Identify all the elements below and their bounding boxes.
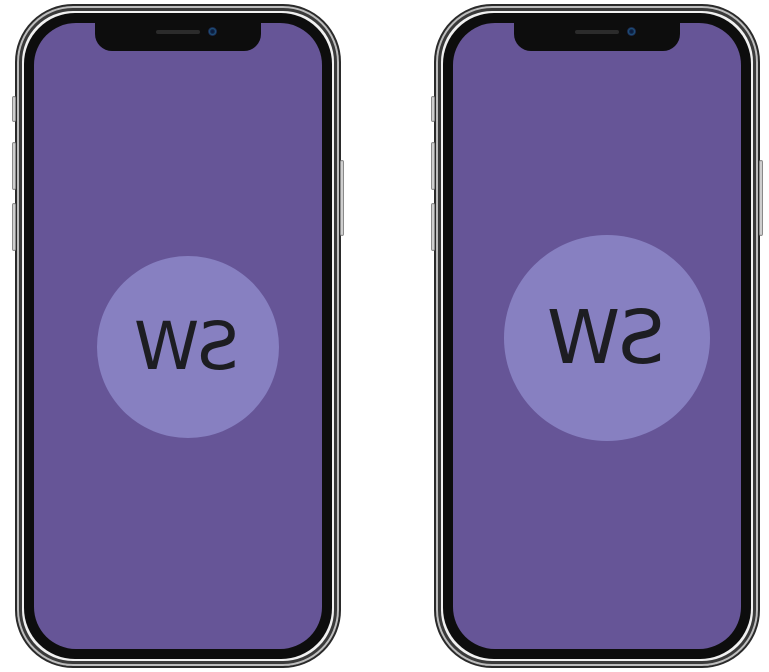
phone-mockup-right: SW	[431, 4, 763, 668]
phone-mockup-left: SW	[12, 4, 344, 668]
app-logo-text: SW	[136, 308, 240, 385]
phone-screen: SW	[453, 23, 741, 649]
phone-bezel: SW	[24, 13, 332, 659]
app-logo-text: SW	[548, 295, 666, 381]
power-button	[340, 160, 344, 236]
volume-down-button	[431, 203, 435, 251]
silent-switch	[12, 96, 16, 122]
phone-notch	[95, 23, 261, 51]
phone-notch	[514, 23, 680, 51]
volume-down-button	[12, 203, 16, 251]
app-logo-circle: SW	[97, 256, 279, 438]
volume-up-button	[12, 142, 16, 190]
silent-switch	[431, 96, 435, 122]
speaker-grille	[575, 30, 619, 34]
front-camera-icon	[209, 28, 216, 35]
phone-screen: SW	[34, 23, 322, 649]
phone-bezel: SW	[443, 13, 751, 659]
volume-up-button	[431, 142, 435, 190]
app-logo-circle: SW	[504, 235, 710, 441]
front-camera-icon	[628, 28, 635, 35]
power-button	[759, 160, 763, 236]
speaker-grille	[156, 30, 200, 34]
